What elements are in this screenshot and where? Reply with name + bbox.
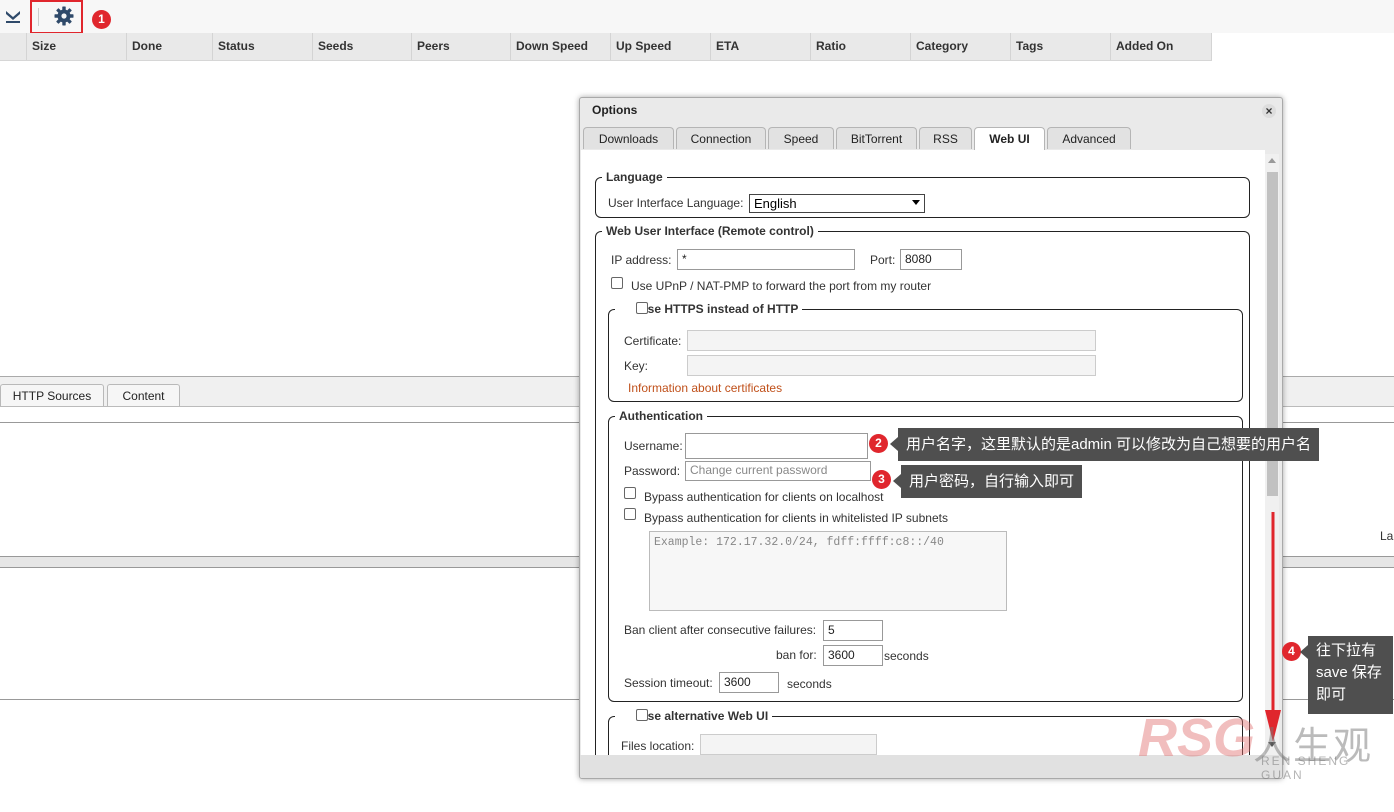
scroll-up-icon[interactable] [1268,158,1276,163]
language-select[interactable]: English [749,194,925,213]
column-header-ratio[interactable]: Ratio [811,33,911,60]
tab-content[interactable]: Content [107,384,180,406]
tooltip-username: 用户名字，这里默认的是admin 可以修改为自己想要的用户名 [898,428,1320,461]
tooltip-arrow-icon [893,474,901,488]
authentication-legend: Authentication [619,409,703,423]
tooltip-password: 用户密码，自行输入即可 [901,465,1083,498]
watermark-rsg: RSG [1138,708,1256,768]
tooltip-save-line-3: 即可 [1316,686,1347,703]
download-arrow-icon[interactable] [4,8,22,24]
tooltip-save-line-2: save 保存 [1316,664,1382,681]
certificate-input[interactable] [687,330,1096,351]
username-label: Username: [624,439,683,453]
tooltip-save-line-1: 往下拉有 [1316,642,1377,659]
column-header-tags[interactable]: Tags [1011,33,1111,60]
ban-for-unit: seconds [884,649,929,663]
certificate-label: Certificate: [624,334,682,348]
username-input[interactable] [685,433,868,459]
column-header-done[interactable]: Done [127,33,213,60]
dialog-title: Options [592,103,638,117]
language-label: User Interface Language: [608,196,744,210]
ban-failures-label: Ban client after consecutive failures: [624,623,817,637]
files-location-input[interactable] [700,734,877,755]
tooltip-save-hint: 往下拉有 save 保存 即可 [1308,636,1393,714]
column-header-blank[interactable] [0,33,27,60]
bypass-localhost-label: Bypass authentication for clients on loc… [644,490,884,504]
tab-rss[interactable]: RSS [919,127,972,149]
close-icon[interactable]: × [1262,104,1276,118]
upnp-checkbox[interactable] [611,277,623,289]
webui-legend: Web User Interface (Remote control) [606,224,814,238]
column-header-seeds[interactable]: Seeds [313,33,412,60]
bypass-whitelist-checkbox[interactable] [624,508,636,520]
certificates-info-link[interactable]: Information about certificates [628,381,782,395]
tab-advanced[interactable]: Advanced [1047,127,1131,149]
upnp-label: Use UPnP / NAT-PMP to forward the port f… [631,279,932,293]
key-input[interactable] [687,355,1096,376]
column-header-category[interactable]: Category [911,33,1011,60]
tooltip-arrow-icon [1300,645,1308,659]
language-legend: Language [606,170,663,184]
column-header-added-on[interactable]: Added On [1111,33,1212,60]
gear-icon[interactable] [53,5,75,27]
column-header-status[interactable]: Status [213,33,313,60]
top-toolbar: 1 [0,0,1394,34]
alt-webui-checkbox[interactable] [636,709,648,721]
truncated-label: La [1380,529,1394,543]
column-header-eta[interactable]: ETA [711,33,811,60]
port-input[interactable]: 8080 [900,249,962,270]
https-checkbox[interactable] [636,302,648,314]
column-header-size[interactable]: Size [27,33,127,60]
session-timeout-unit: seconds [787,677,832,691]
session-timeout-label: Session timeout: [624,676,713,690]
column-header-up-speed[interactable]: Up Speed [611,33,711,60]
bypass-whitelist-label: Bypass authentication for clients in whi… [644,511,948,525]
key-label: Key: [624,359,649,373]
watermark-en: REN SHENG GUAN [1261,754,1351,782]
password-label: Password: [624,464,681,478]
language-select-value: English [754,196,797,211]
column-header-down-speed[interactable]: Down Speed [511,33,611,60]
tab-connection[interactable]: Connection [676,127,766,149]
password-input[interactable]: Change current password [685,461,871,481]
annotation-badge-1: 1 [92,10,111,29]
annotation-badge-3: 3 [872,470,891,489]
torrent-table-header: Size Done Status Seeds Peers Down Speed … [0,33,1212,61]
chevron-down-icon [912,200,920,205]
ban-failures-input[interactable]: 5 [823,620,883,641]
watermark-logo: RSG 人生观 REN SHENG GUAN [1138,707,1394,782]
tab-web-ui[interactable]: Web UI [974,127,1045,151]
session-timeout-input[interactable]: 3600 [719,672,779,693]
ip-address-input[interactable]: * [677,249,855,270]
tab-bittorrent[interactable]: BitTorrent [836,127,917,149]
ban-for-input[interactable]: 3600 [823,645,883,666]
ip-address-label: IP address: [611,253,672,267]
annotation-badge-2: 2 [869,434,888,453]
whitelist-subnets-textarea[interactable]: Example: 172.17.32.0/24, fdff:ffff:c8::/… [649,531,1007,611]
tab-downloads[interactable]: Downloads [583,127,674,149]
files-location-label: Files location: [621,739,695,753]
annotation-badge-4: 4 [1282,642,1301,661]
port-label: Port: [870,253,896,267]
tab-http-sources[interactable]: HTTP Sources [0,384,104,406]
tab-speed[interactable]: Speed [768,127,834,149]
column-header-peers[interactable]: Peers [412,33,511,60]
tooltip-arrow-icon [890,437,898,451]
ban-for-label: ban for: [776,648,817,662]
bypass-localhost-checkbox[interactable] [624,487,636,499]
